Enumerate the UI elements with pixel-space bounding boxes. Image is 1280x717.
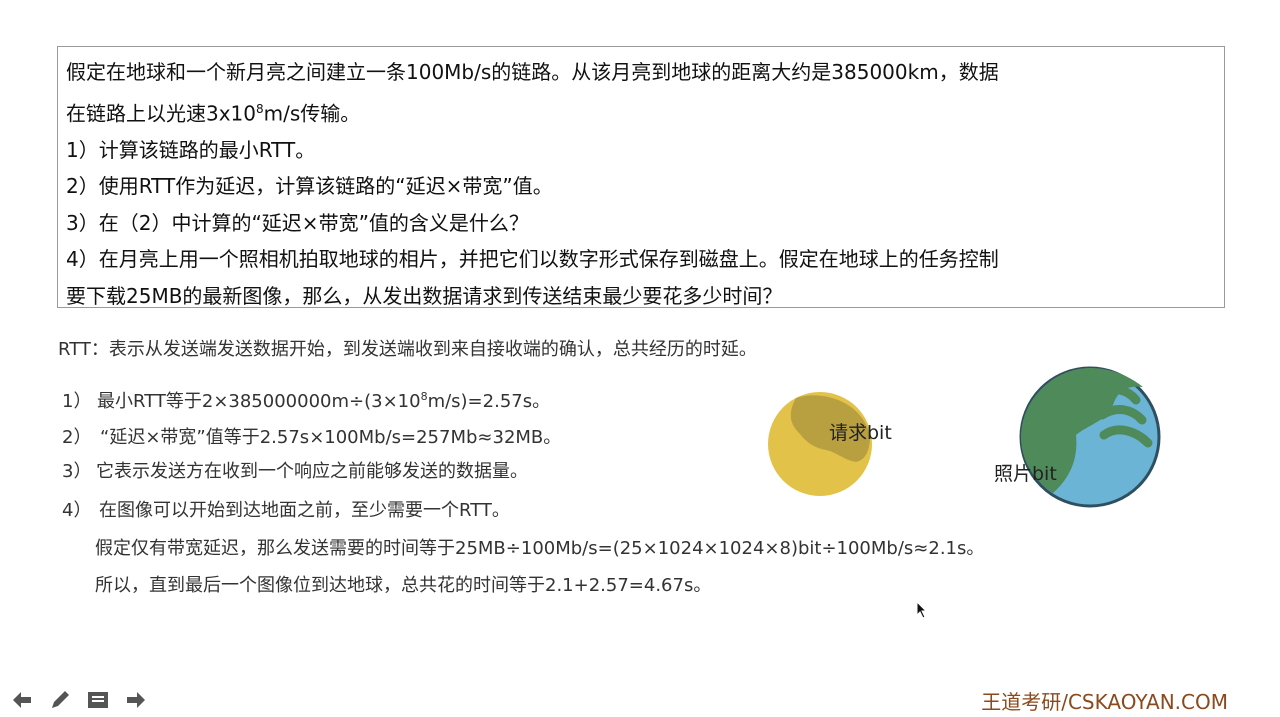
question-box: 假定在地球和一个新月亮之间建立一条100Mb/s的链路。从该月亮到地球的距离大约… [57,46,1225,308]
answer-1-tail: m/s)=2.57s。 [427,391,551,412]
answer-1-number: 1） [62,391,92,412]
answer-3: 3） 它表示发送方在收到一个响应之前能够发送的数据量。 [62,457,528,483]
answer-3-text: 它表示发送方在收到一个响应之前能够发送的数据量。 [96,461,528,482]
question-item-2: 2）使用RTT作为延迟，计算该链路的“延迟×带宽”值。 [66,174,553,199]
answer-3-number: 3） [62,461,92,482]
answer-1-exponent: 8 [420,390,428,403]
request-bit-label: 请求bit [829,422,892,444]
pen-icon[interactable] [46,686,74,714]
question-item-4: 4）在月亮上用一个照相机拍取地球的相片，并把它们以数字形式保存到磁盘上。假定在地… [66,247,999,272]
menu-icon[interactable] [84,686,112,714]
mouse-cursor-icon [916,601,928,619]
question-line-2-text: 在链路上以光速3x10 [66,101,257,126]
answer-2: 2） “延迟×带宽”值等于2.57s×100Mb/s=257Mb≈32MB。 [62,423,561,449]
question-item-3: 3）在（2）中计算的“延迟×带宽”值的含义是什么？ [66,210,529,235]
slide: 假定在地球和一个新月亮之间建立一条100Mb/s的链路。从该月亮到地球的距离大约… [0,0,1280,717]
answer-4-line-2: 假定仅有带宽延迟，那么发送需要的时间等于25MB÷100Mb/s=(25×102… [95,538,985,559]
answer-4-number: 4） [62,500,92,521]
arrow-left-icon[interactable] [8,686,36,714]
answer-2-text: “延迟×带宽”值等于2.57s×100Mb/s=257Mb≈32MB。 [100,427,562,448]
earth-icon [1019,366,1161,508]
answer-4-text: 在图像可以开始到达地面之前，至少需要一个RTT。 [99,500,510,521]
answer-2-number: 2） [62,427,92,448]
answer-4: 4） 在图像可以开始到达地面之前，至少需要一个RTT。 [62,496,510,522]
photo-bit-label: 照片bit [994,463,1057,485]
question-line-1: 假定在地球和一个新月亮之间建立一条100Mb/s的链路。从该月亮到地球的距离大约… [66,60,999,84]
question-line-2-tail: m/s传输。 [263,101,361,126]
answer-1-text: 最小RTT等于2×385000000m÷(3×10 [97,391,421,412]
brand-label: 王道考研/CSKAOYAN.COM [981,690,1228,714]
answer-4-line-3: 所以，直到最后一个图像位到达地球，总共花的时间等于2.1+2.57=4.67s。 [95,575,712,596]
question-line-2: 在链路上以光速3x108m/s传输。 [66,91,1224,132]
question-item-4-cont: 要下载25MB的最新图像，那么，从发出数据请求到传送结束最少要花多少时间？ [66,283,783,308]
question-item-1: 1）计算该链路的最小RTT。 [66,137,316,162]
exponent: 8 [256,101,264,116]
arrow-right-icon[interactable] [122,686,150,714]
slide-toolbar [8,686,150,714]
rtt-definition: RTT：表示从发送端发送数据开始，到发送端收到来自接收端的确认，总共经历的时延。 [58,339,757,360]
answer-1: 1） 最小RTT等于2×385000000m÷(3×108m/s)=2.57s。 [62,387,550,413]
